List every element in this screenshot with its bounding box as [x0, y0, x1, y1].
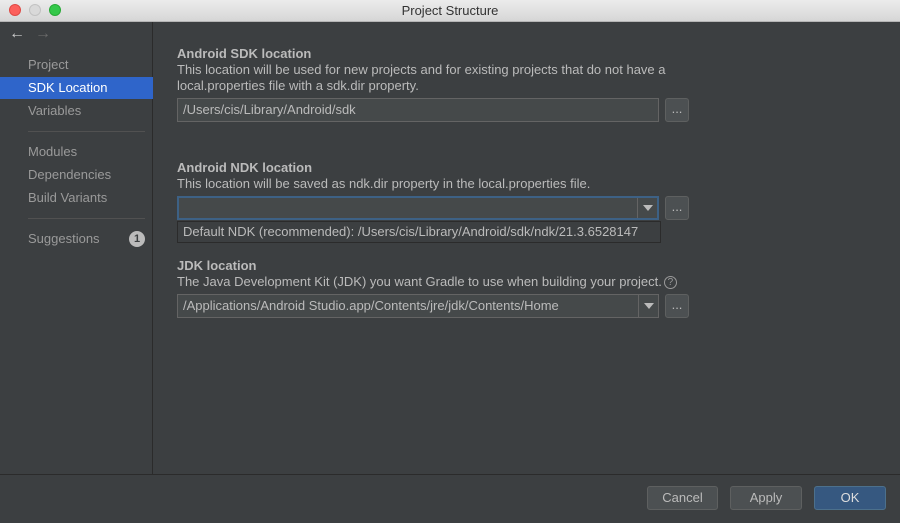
jdk-path-combo[interactable]: /Applications/Android Studio.app/Content…: [177, 294, 659, 318]
ndk-dropdown-option[interactable]: Default NDK (recommended): /Users/cis/Li…: [177, 221, 661, 243]
maximize-window-button[interactable]: [49, 4, 61, 16]
suggestions-count-badge: 1: [129, 231, 145, 247]
window-title: Project Structure: [401, 3, 499, 18]
apply-button[interactable]: Apply: [730, 486, 802, 510]
jdk-description-row: The Java Development Kit (JDK) you want …: [177, 274, 737, 290]
sidebar-item-sdk-location[interactable]: SDK Location: [0, 77, 153, 99]
title-bar: Project Structure: [0, 0, 900, 22]
sdk-description: This location will be used for new proje…: [177, 62, 666, 93]
jdk-browse-button[interactable]: ...: [665, 294, 689, 318]
ndk-description: This location will be saved as ndk.dir p…: [177, 176, 591, 191]
ndk-path-combo[interactable]: [177, 196, 659, 220]
dialog-footer: Cancel Apply OK: [0, 474, 900, 523]
help-icon[interactable]: ?: [663, 276, 677, 290]
back-arrow-icon[interactable]: ←: [9, 26, 25, 42]
forward-arrow-icon[interactable]: →: [35, 26, 51, 42]
sidebar-item-label: Suggestions: [28, 231, 100, 246]
sidebar-item-build-variants[interactable]: Build Variants: [0, 187, 153, 209]
jdk-dropdown-arrow-icon[interactable]: [638, 295, 658, 317]
sidebar-divider: [28, 131, 145, 132]
nav-arrows: ← →: [9, 26, 51, 42]
minimize-window-button[interactable]: [29, 4, 41, 16]
ndk-heading: Android NDK location: [177, 160, 313, 175]
ok-button[interactable]: OK: [814, 486, 886, 510]
sidebar: ← → Project SDK Location Variables Modul…: [0, 22, 153, 474]
sidebar-item-project[interactable]: Project: [0, 54, 153, 76]
sdk-heading: Android SDK location: [177, 46, 312, 61]
ndk-dropdown-arrow-icon[interactable]: [637, 198, 657, 218]
sidebar-item-modules[interactable]: Modules: [0, 141, 153, 163]
sidebar-item-dependencies[interactable]: Dependencies: [0, 164, 153, 186]
cancel-button[interactable]: Cancel: [647, 486, 718, 510]
sidebar-item-suggestions[interactable]: Suggestions 1: [0, 228, 153, 250]
sidebar-item-variables[interactable]: Variables: [0, 100, 153, 122]
jdk-description: The Java Development Kit (JDK) you want …: [177, 274, 662, 289]
main-content: Android SDK location This location will …: [154, 22, 900, 474]
sdk-path-field[interactable]: /Users/cis/Library/Android/sdk: [177, 98, 659, 122]
sidebar-divider: [28, 218, 145, 219]
jdk-heading: JDK location: [177, 258, 257, 273]
ndk-browse-button[interactable]: ...: [665, 196, 689, 220]
sdk-browse-button[interactable]: ...: [665, 98, 689, 122]
jdk-path-value: /Applications/Android Studio.app/Content…: [183, 298, 559, 313]
window-controls: [9, 4, 61, 16]
close-window-button[interactable]: [9, 4, 21, 16]
